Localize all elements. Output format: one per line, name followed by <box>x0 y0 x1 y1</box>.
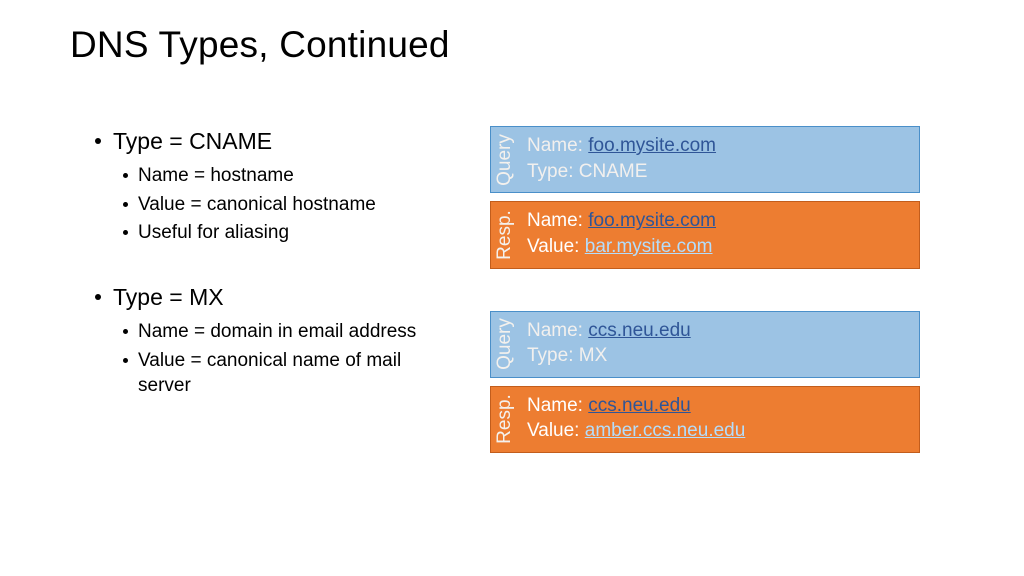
box-tab-label: Query <box>494 134 516 186</box>
resp-box-cname: Resp. Name: foo.mysite.com Value: bar.my… <box>490 201 920 268</box>
left-column: Type = CNAME Name = hostname Value = can… <box>70 126 480 461</box>
box-body: Name: ccs.neu.edu Value: amber.ccs.neu.e… <box>519 387 919 452</box>
bullet-icon <box>123 202 128 207</box>
name-label: Name: <box>527 320 588 341</box>
query-name-row: Name: ccs.neu.edu <box>527 318 911 344</box>
resp-name-row: Name: foo.mysite.com <box>527 208 911 234</box>
box-tab-label: Query <box>494 318 516 370</box>
slide: DNS Types, Continued Type = CNAME Name =… <box>0 0 1024 576</box>
bullet-icon <box>95 294 101 300</box>
sub-bullet: Value = canonical name of mail server <box>123 348 480 399</box>
box-tab-label: Resp. <box>494 395 516 445</box>
resp-box-mx: Resp. Name: ccs.neu.edu Value: amber.ccs… <box>490 386 920 453</box>
slide-title: DNS Types, Continued <box>70 24 954 66</box>
box-body: Name: foo.mysite.com Type: CNAME <box>519 127 919 192</box>
bullet-icon <box>123 329 128 334</box>
resp-name-row: Name: ccs.neu.edu <box>527 393 911 419</box>
bullet-cname: Type = CNAME Name = hostname Value = can… <box>95 126 480 246</box>
content-columns: Type = CNAME Name = hostname Value = can… <box>70 126 954 461</box>
sub-bullet: Useful for aliasing <box>123 220 480 246</box>
value-link[interactable]: amber.ccs.neu.edu <box>585 420 746 441</box>
sub-bullet-text: Value = canonical hostname <box>138 192 376 218</box>
bullet-label: Type = CNAME <box>113 126 272 157</box>
name-link[interactable]: foo.mysite.com <box>588 210 716 231</box>
bullet-icon <box>123 358 128 363</box>
query-type-row: Type: CNAME <box>527 159 911 185</box>
resp-value-row: Value: amber.ccs.neu.edu <box>527 418 911 444</box>
sub-bullet: Name = hostname <box>123 163 480 189</box>
bullet-label: Type = MX <box>113 282 224 313</box>
box-tab: Query <box>491 312 519 377</box>
value-label: Value: <box>527 420 585 441</box>
query-type-row: Type: MX <box>527 343 911 369</box>
name-link[interactable]: ccs.neu.edu <box>588 395 690 416</box>
bullet-icon <box>123 173 128 178</box>
box-tab: Resp. <box>491 387 519 452</box>
name-link[interactable]: foo.mysite.com <box>588 135 716 156</box>
sub-bullet-text: Name = hostname <box>138 163 294 189</box>
box-tab-label: Resp. <box>494 210 516 260</box>
name-link[interactable]: ccs.neu.edu <box>588 320 690 341</box>
value-link[interactable]: bar.mysite.com <box>585 236 713 257</box>
query-box-mx: Query Name: ccs.neu.edu Type: MX <box>490 311 920 378</box>
value-label: Value: <box>527 236 585 257</box>
sub-bullet: Name = domain in email address <box>123 319 480 345</box>
bullet-icon <box>95 138 101 144</box>
sub-bullet-text: Useful for aliasing <box>138 220 289 246</box>
box-tab: Query <box>491 127 519 192</box>
box-body: Name: foo.mysite.com Value: bar.mysite.c… <box>519 202 919 267</box>
box-body: Name: ccs.neu.edu Type: MX <box>519 312 919 377</box>
right-column: Query Name: foo.mysite.com Type: CNAME R… <box>490 126 920 461</box>
sub-bullet-text: Name = domain in email address <box>138 319 416 345</box>
sub-bullet-text: Value = canonical name of mail server <box>138 348 438 399</box>
bullet-icon <box>123 230 128 235</box>
name-label: Name: <box>527 135 588 156</box>
query-name-row: Name: foo.mysite.com <box>527 133 911 159</box>
name-label: Name: <box>527 395 588 416</box>
bullet-mx: Type = MX Name = domain in email address… <box>95 282 480 399</box>
box-tab: Resp. <box>491 202 519 267</box>
resp-value-row: Value: bar.mysite.com <box>527 234 911 260</box>
query-box-cname: Query Name: foo.mysite.com Type: CNAME <box>490 126 920 193</box>
sub-bullet: Value = canonical hostname <box>123 192 480 218</box>
name-label: Name: <box>527 210 588 231</box>
